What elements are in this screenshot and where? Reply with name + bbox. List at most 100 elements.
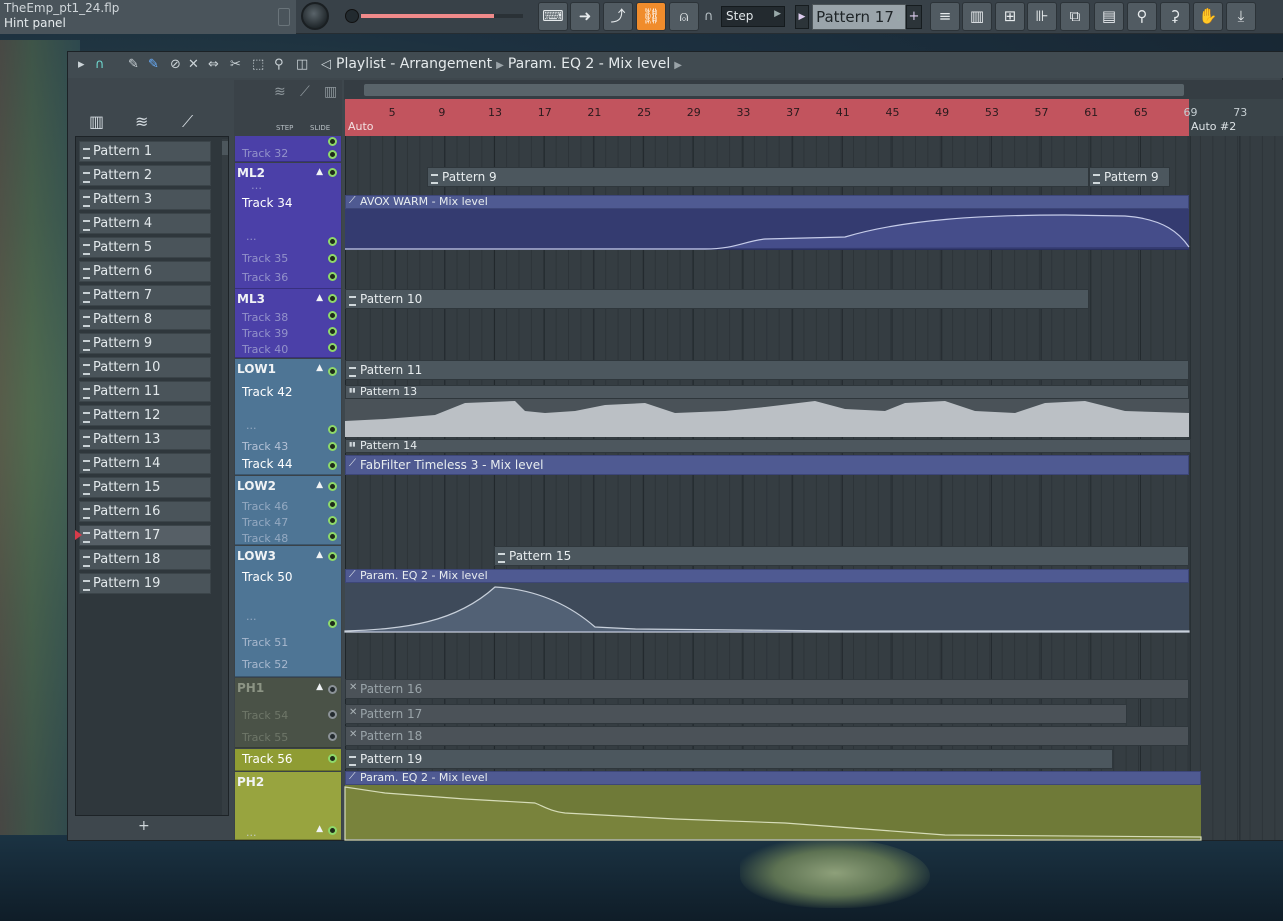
- pattern-prev-button[interactable]: ▶: [795, 5, 809, 29]
- track-55-mute[interactable]: [328, 732, 337, 741]
- collapse-arrow-icon[interactable]: ▲: [316, 480, 323, 490]
- breadcrumb-playlist[interactable]: Playlist - Arrangement: [336, 56, 492, 72]
- clip-eq2-automation[interactable]: Param. EQ 2 - Mix level: [345, 569, 1189, 583]
- link-icon[interactable]: ⛓: [636, 2, 666, 31]
- pattern-item[interactable]: Pattern 16: [79, 501, 211, 522]
- master-pitch-knob[interactable]: [345, 9, 359, 23]
- track-35-mute[interactable]: [328, 254, 337, 263]
- zoom-icon[interactable]: ⚲: [274, 57, 284, 72]
- collapse-arrow-icon[interactable]: ▲: [316, 293, 323, 303]
- arrow-right-icon[interactable]: ➜: [570, 2, 600, 31]
- pattern-item[interactable]: Pattern 4: [79, 213, 211, 234]
- clip-pattern-9-b[interactable]: Pattern 9: [1089, 167, 1170, 187]
- track-34-mute[interactable]: [328, 237, 337, 246]
- clip-pattern-9[interactable]: Pattern 9: [427, 167, 1089, 187]
- track-header-ph1[interactable]: PH1 ▲ Track 54 Track 55: [235, 678, 341, 748]
- low3-mute[interactable]: [328, 552, 337, 561]
- select-icon[interactable]: ⬚: [252, 57, 264, 72]
- pattern-item[interactable]: Pattern 8: [79, 309, 211, 330]
- mixer-icon[interactable]: ⊪: [1027, 2, 1057, 31]
- pattern-item[interactable]: Pattern 11: [79, 381, 211, 402]
- track-header-32[interactable]: Track 32: [235, 136, 341, 162]
- track-header-ph2[interactable]: PH2 ... ▲: [235, 772, 341, 840]
- track-54-mute[interactable]: [328, 710, 337, 719]
- clip-pattern-19[interactable]: Pattern 19: [345, 749, 1113, 769]
- track-header-56[interactable]: Track 56: [235, 749, 341, 771]
- add-pattern-icon[interactable]: +: [138, 818, 150, 834]
- pattern-item[interactable]: Pattern 12: [79, 405, 211, 426]
- main-volume-knob[interactable]: [301, 2, 329, 30]
- automation-tab-icon[interactable]: ⟋: [182, 112, 193, 132]
- playback-icon[interactable]: ◫: [296, 57, 308, 72]
- pattern-item[interactable]: Pattern 6: [79, 261, 211, 282]
- pattern-item[interactable]: Pattern 5: [79, 237, 211, 258]
- pattern-item[interactable]: Pattern 9: [79, 333, 211, 354]
- collapse-arrow-icon[interactable]: ▲: [316, 550, 323, 560]
- pattern-item[interactable]: Pattern 1: [79, 141, 211, 162]
- track-header-ml2[interactable]: ML2 ▲ … Track 34 ... Track 35 Track 36: [235, 163, 341, 289]
- collapse-arrow-icon[interactable]: ▲: [316, 363, 323, 373]
- pattern-select[interactable]: Pattern 17 ⇕: [812, 4, 906, 30]
- pattern-item[interactable]: Pattern 7: [79, 285, 211, 306]
- hand-icon[interactable]: ✋: [1193, 2, 1223, 31]
- picker-scrollbar[interactable]: [222, 139, 228, 815]
- track-47-mute[interactable]: [328, 516, 337, 525]
- wave-icon[interactable]: ≋: [274, 84, 286, 100]
- clip-pattern-17[interactable]: Pattern 17: [345, 704, 1127, 724]
- clip-pattern-18[interactable]: Pattern 18: [345, 726, 1189, 746]
- horizontal-scrollbar[interactable]: [344, 80, 1283, 100]
- track-39-mute[interactable]: [328, 327, 337, 336]
- tempo-tap-icon[interactable]: [278, 8, 290, 26]
- pattern-item[interactable]: Pattern 14: [79, 453, 211, 474]
- piano-keys-icon[interactable]: ⌨: [538, 2, 568, 31]
- plugin-icon[interactable]: ⚲: [1127, 2, 1157, 31]
- paint-icon[interactable]: ✎: [148, 57, 159, 72]
- master-volume-slider[interactable]: [361, 14, 523, 18]
- auto-marker[interactable]: Auto: [348, 120, 374, 133]
- track-48-mute[interactable]: [328, 532, 337, 541]
- track-32-mute[interactable]: [328, 137, 337, 146]
- brush-icon[interactable]: ⤴: [603, 2, 633, 31]
- clip-pattern-13[interactable]: Pattern 13: [345, 385, 1189, 399]
- pattern-item[interactable]: Pattern 3: [79, 189, 211, 210]
- slice-icon[interactable]: ✂: [230, 57, 241, 72]
- track-header-low3[interactable]: LOW3 ▲ Track 50 ... Track 51 Track 52: [235, 546, 341, 677]
- track-42-mute[interactable]: [328, 425, 337, 434]
- track-44-mute[interactable]: [328, 461, 337, 470]
- collapse-arrow-icon[interactable]: ▲: [316, 682, 323, 692]
- pattern-item[interactable]: Pattern 2: [79, 165, 211, 186]
- slip-icon[interactable]: ⇔: [208, 57, 219, 72]
- delete-icon[interactable]: ⊘: [170, 57, 181, 72]
- download-icon[interactable]: ⤓: [1226, 2, 1256, 31]
- clip-pattern-16[interactable]: Pattern 16: [345, 679, 1189, 699]
- track-32-mute-b[interactable]: [328, 150, 337, 159]
- playlist-icon[interactable]: ≡: [930, 2, 960, 31]
- pattern-item[interactable]: Pattern 10: [79, 357, 211, 378]
- clip-pattern-11[interactable]: Pattern 11: [345, 360, 1189, 380]
- clip-pattern-10[interactable]: Pattern 10: [345, 289, 1089, 309]
- magnet-snap-icon[interactable]: ∩: [95, 57, 105, 72]
- track-56-mute[interactable]: [328, 754, 337, 763]
- collapse-arrow-icon[interactable]: ▲: [316, 167, 323, 177]
- track-header-ml3[interactable]: ML3 ▲ Track 38 Track 39 Track 40: [235, 289, 341, 358]
- piano-roll-icon[interactable]: ▥: [962, 2, 992, 31]
- track-38-mute[interactable]: [328, 311, 337, 320]
- snap-select[interactable]: Step ▶: [721, 6, 785, 27]
- browser-icon[interactable]: ⧉: [1060, 2, 1090, 31]
- tempo-icon[interactable]: ⚳: [1160, 2, 1190, 31]
- file-icon[interactable]: ▤: [1094, 2, 1124, 31]
- mute-icon[interactable]: ✕: [188, 57, 199, 72]
- track-43-mute[interactable]: [328, 442, 337, 451]
- ph2-mute[interactable]: [328, 826, 337, 835]
- low2-mute[interactable]: [328, 482, 337, 491]
- track-50-mute[interactable]: [328, 619, 337, 628]
- scroll-thumb[interactable]: [364, 84, 1184, 96]
- track-40-mute[interactable]: [328, 343, 337, 352]
- auto2-marker[interactable]: Auto #2: [1191, 120, 1236, 133]
- pattern-item[interactable]: Pattern 19: [79, 573, 211, 594]
- track-36-mute[interactable]: [328, 272, 337, 281]
- curve-icon[interactable]: ⟋: [300, 84, 310, 100]
- collapse-arrow-icon[interactable]: ▲: [316, 824, 323, 834]
- track-header-low2[interactable]: LOW2 ▲ Track 46 Track 47 Track 48: [235, 476, 341, 545]
- clip-eq2-automation-ph2[interactable]: Param. EQ 2 - Mix level: [345, 771, 1201, 785]
